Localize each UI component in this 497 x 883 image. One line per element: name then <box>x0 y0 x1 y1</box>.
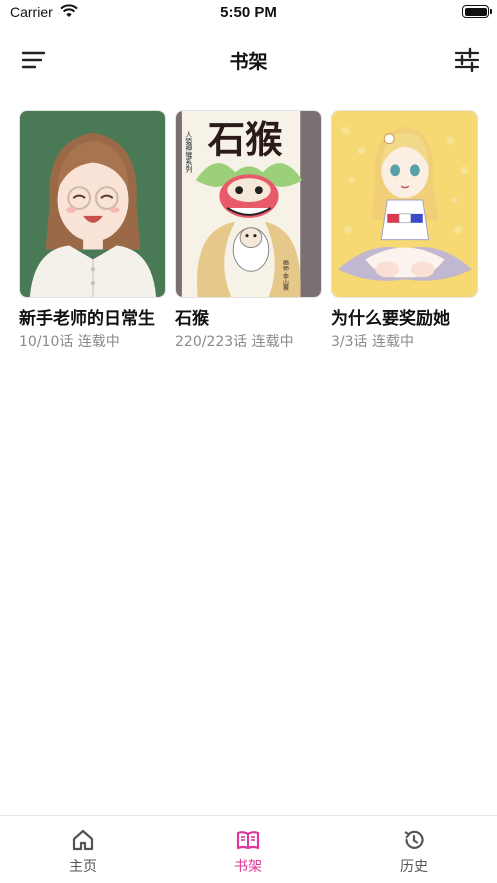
book-card[interactable]: 新手老师的日常生 10/10话 连载中 <box>19 110 167 351</box>
book-cover[interactable]: 石猴 人猿神猴系列 画师·李山猴 <box>175 110 322 298</box>
status-time: 5:50 PM <box>220 4 277 21</box>
book-card[interactable]: 为什么要奖励她 3/3话 连载中 <box>331 110 479 351</box>
page-title: 书架 <box>229 51 268 73</box>
cover-series-text: 人猿神猴系列 <box>184 131 192 174</box>
book-card[interactable]: 石猴 人猿神猴系列 画师·李山猴 石猴 220/223话 连载中 <box>175 110 323 351</box>
home-icon <box>72 829 94 851</box>
filter-button[interactable] <box>453 47 481 73</box>
book-open-icon <box>236 831 260 850</box>
battery-icon <box>462 5 489 18</box>
tab-label: 书架 <box>234 859 262 875</box>
tab-history[interactable]: 历史 <box>364 828 464 876</box>
tab-bookshelf[interactable]: 书架 <box>198 828 298 876</box>
battery-cap <box>490 9 492 14</box>
book-meta: 10/10话 连载中 <box>19 331 167 351</box>
book-progress: 220/223话 <box>175 334 248 350</box>
tab-label: 历史 <box>400 859 428 875</box>
status-bar: Carrier 5:50 PM <box>0 0 497 26</box>
book-title: 石猴 <box>175 309 209 329</box>
cover-anime-girl <box>332 111 477 297</box>
book-status: 连载中 <box>371 334 414 350</box>
book-progress: 3/3话 <box>331 334 368 350</box>
book-title: 为什么要奖励她 <box>331 309 450 329</box>
cover-girl-with-glasses <box>20 111 165 297</box>
history-icon <box>404 830 424 849</box>
tab-label: 主页 <box>69 859 97 875</box>
book-status: 连载中 <box>251 334 294 350</box>
book-meta: 220/223话 连载中 <box>175 331 323 351</box>
cover-stone-monkey: 石猴 人猿神猴系列 画师·李山猴 <box>176 111 321 297</box>
book-status: 连载中 <box>77 334 120 350</box>
nav-bar: 书架 <box>0 40 497 80</box>
tab-home[interactable]: 主页 <box>33 828 133 876</box>
book-progress: 10/10话 <box>19 334 74 350</box>
sliders-icon <box>454 47 480 73</box>
cover-big-title: 石猴 <box>208 118 283 162</box>
cover-author-text: 画师·李山猴 <box>282 259 289 292</box>
book-cover[interactable] <box>331 110 478 298</box>
book-meta: 3/3话 连载中 <box>331 331 479 351</box>
tab-bar: 主页 书架 历史 <box>0 815 497 883</box>
book-cover[interactable] <box>19 110 166 298</box>
book-title: 新手老师的日常生 <box>19 309 155 329</box>
